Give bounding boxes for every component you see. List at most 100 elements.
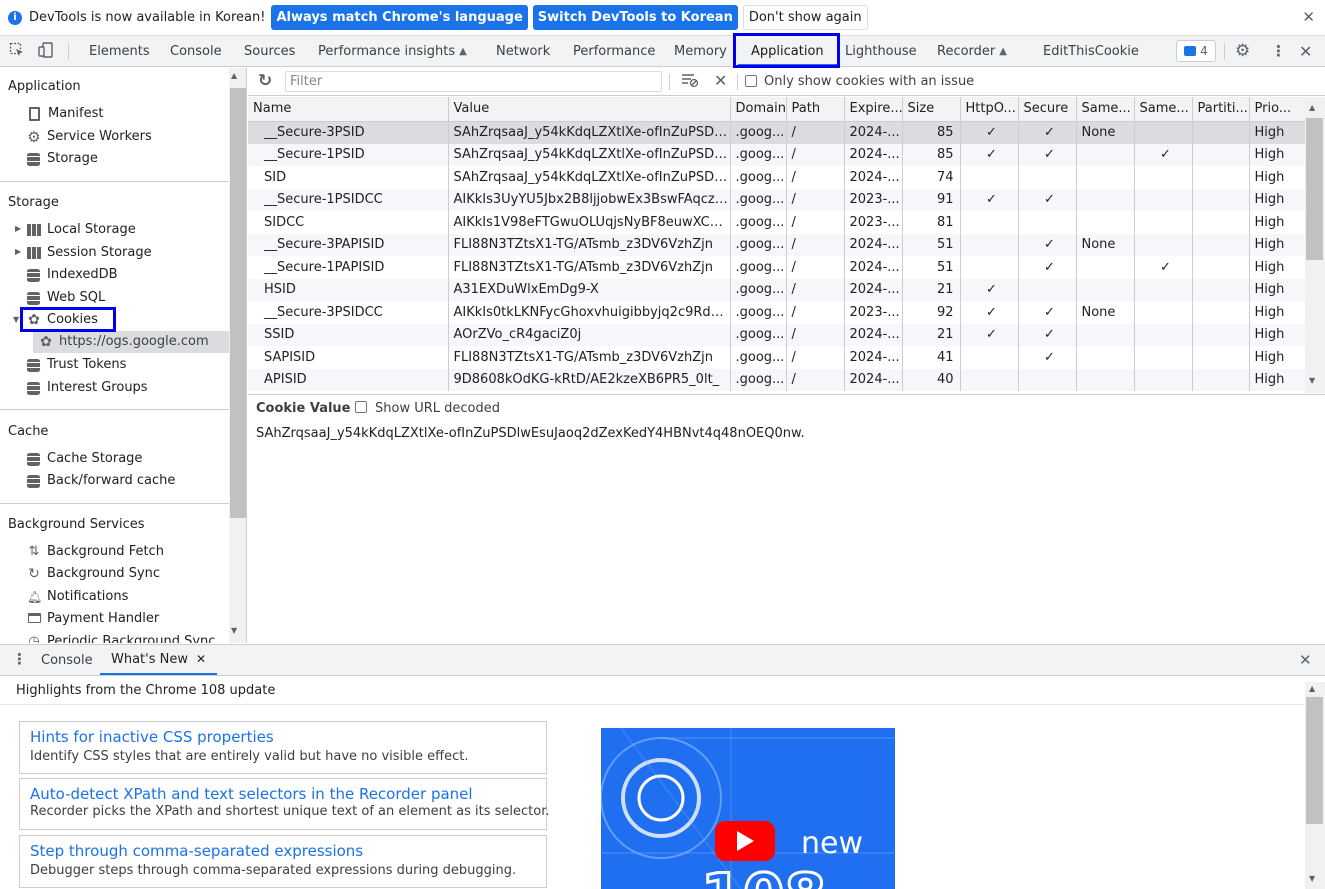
sidebar-item-manifest[interactable]: Manifest [27, 103, 103, 125]
column-header[interactable]: Size [902, 97, 961, 122]
chrome-108-video-thumbnail[interactable]: new 108 [601, 728, 895, 889]
feature-card[interactable]: Step through comma-separated expressions… [19, 835, 547, 888]
sidebar-item-periodic-background-sync[interactable]: ◷ Periodic Background Sync [27, 631, 215, 643]
match-language-button[interactable]: Always match Chrome's language [271, 5, 528, 30]
cookie-value-text[interactable]: SAhZrqsaaJ_y54kKdqLZXtlXe-ofInZuPSDlwEsu… [256, 426, 805, 441]
tab-recorder[interactable]: Recorder ▲ [937, 36, 1007, 66]
filter-input[interactable] [285, 71, 662, 92]
expand-arrow-icon[interactable]: ▶ [15, 247, 21, 256]
sidebar-item-cache-storage[interactable]: Cache Storage [27, 448, 142, 470]
sidebar-item-interest-groups[interactable]: Interest Groups [27, 377, 148, 399]
refresh-icon[interactable]: ↻ [258, 71, 272, 91]
table-cell: / [786, 166, 845, 189]
table-scrollbar-thumb[interactable] [1306, 118, 1323, 260]
table-row[interactable]: __Secure-3PAPISID FLI88N3TZtsX1-TG/ATsmb_… [248, 233, 1305, 256]
settings-gear-icon[interactable]: ⚙ [1235, 41, 1250, 61]
scroll-down-arrow-icon[interactable]: ▼ [231, 626, 237, 635]
tab-editthiscookie[interactable]: EditThisCookie [1043, 36, 1139, 66]
table-cell [1134, 211, 1193, 234]
tab-performance-insights[interactable]: Performance insights ▲ [318, 36, 467, 66]
sidebar-item-web-sql[interactable]: Web SQL [27, 287, 105, 309]
inspect-element-icon[interactable] [9, 42, 25, 62]
feature-card[interactable]: Hints for inactive CSS properties Identif… [19, 721, 547, 774]
sidebar-item-local-storage[interactable]: Local Storage [27, 219, 136, 241]
table-row[interactable]: __Secure-3PSID SAhZrqsaaJ_y54kKdqLZXtlXe-… [248, 121, 1305, 144]
dont-show-again-button[interactable]: Don't show again [742, 5, 868, 30]
sync-icon: ↻ [28, 566, 40, 582]
expand-arrow-icon[interactable]: ▶ [15, 224, 21, 233]
close-tab-icon[interactable]: ✕ [196, 652, 206, 673]
tab-lighthouse[interactable]: Lighthouse [845, 36, 917, 66]
column-header[interactable]: Same... [1076, 97, 1135, 122]
column-header[interactable]: HttpO... [960, 97, 1019, 122]
table-row[interactable]: __Secure-1PSID SAhZrqsaaJ_y54kKdqLZXtlXe-… [248, 143, 1305, 166]
sidebar-item-service-workers[interactable]: ⚙ Service Workers [27, 126, 151, 148]
sidebar-scrollbar-thumb[interactable] [230, 88, 246, 518]
issues-button[interactable]: 4 [1176, 40, 1216, 62]
collapse-arrow-icon[interactable]: ▼ [13, 315, 19, 324]
column-header[interactable]: Prio... [1249, 97, 1305, 122]
card-title-link[interactable]: Hints for inactive CSS properties [30, 728, 536, 746]
column-header[interactable]: Expire... [844, 97, 903, 122]
sidebar-item-background-sync[interactable]: ↻ Background Sync [27, 563, 160, 585]
column-header[interactable]: Value [448, 97, 731, 122]
tab-performance[interactable]: Performance [573, 36, 655, 66]
feature-card[interactable]: Auto-detect XPath and text selectors in … [19, 778, 550, 830]
show-url-decoded-checkbox[interactable] [355, 401, 367, 413]
sidebar-item-cookie-origin[interactable]: ✿ https://ogs.google.com [39, 331, 209, 353]
tab-memory[interactable]: Memory [674, 36, 727, 66]
column-header[interactable]: Path [786, 97, 845, 122]
table-cell: ✓ [1018, 188, 1077, 211]
sidebar-item-bfcache[interactable]: Back/forward cache [27, 470, 175, 492]
only-issues-checkbox[interactable] [745, 75, 757, 87]
table-row[interactable]: __Secure-3PSIDCC AIKkIs0tkLKNFycGhoxvhuig… [248, 301, 1305, 324]
device-toolbar-icon[interactable] [38, 42, 54, 62]
tab-elements[interactable]: Elements [89, 36, 150, 66]
drawer-tab-console[interactable]: Console [41, 653, 93, 668]
more-options-icon[interactable]: ⋮ [1271, 42, 1286, 60]
switch-korean-button[interactable]: Switch DevTools to Korean [532, 5, 738, 30]
scroll-down-arrow-icon[interactable]: ▼ [1309, 376, 1315, 385]
tab-network[interactable]: Network [496, 36, 550, 66]
drawer-menu-icon[interactable]: ⋮ [12, 650, 27, 668]
scroll-down-arrow-icon[interactable]: ▼ [1309, 874, 1315, 883]
sidebar-item-payment-handler[interactable]: Payment Handler [27, 608, 159, 630]
scroll-up-arrow-icon[interactable]: ▲ [231, 71, 237, 80]
sidebar-item-storage[interactable]: Storage [27, 148, 98, 170]
scroll-up-arrow-icon[interactable]: ▲ [1309, 684, 1315, 693]
sidebar-item-notifications[interactable]: 🔔︎ Notifications [27, 586, 128, 608]
column-header[interactable]: Same... [1134, 97, 1193, 122]
sidebar-item-background-fetch[interactable]: ⇅ Background Fetch [27, 541, 164, 563]
drawer-tab-whats-new[interactable]: What's New ✕ [100, 645, 218, 675]
sidebar-item-indexeddb[interactable]: IndexedDB [27, 264, 118, 286]
sidebar-item-session-storage[interactable]: Session Storage [27, 242, 152, 264]
table-row[interactable]: APISID 9D8608kOdKG-kRtD/AE2kzeXB6PR5_0lt_… [248, 368, 1305, 391]
clear-all-cookies-icon[interactable]: ✕ [714, 71, 727, 90]
table-row[interactable]: SSID AOrZVo_cR4gaciZ0j .goog.../2024-... 21… [248, 323, 1305, 346]
close-icon[interactable]: ✕ [1302, 8, 1315, 26]
table-row[interactable]: __Secure-1PSIDCC AIKkIs3UyYU5Jbx2B8ljjobw… [248, 188, 1305, 211]
column-header[interactable]: Secure [1018, 97, 1077, 122]
table-row[interactable]: __Secure-1PAPISID FLI88N3TZtsX1-TG/ATsmb_… [248, 256, 1305, 279]
tab-console[interactable]: Console [170, 36, 222, 66]
table-row[interactable]: HSID A31EXDuWlxEmDg9-X .goog.../2024-... 21… [248, 278, 1305, 301]
sidebar-item-trust-tokens[interactable]: Trust Tokens [27, 354, 126, 376]
column-header[interactable]: Name [248, 97, 449, 122]
tab-sources[interactable]: Sources [244, 36, 295, 66]
column-header[interactable]: Domain [730, 97, 787, 122]
scroll-up-arrow-icon[interactable]: ▲ [1309, 103, 1315, 112]
table-row[interactable]: SAPISID FLI88N3TZtsX1-TG/ATsmb_z3DV6VzhZj… [248, 346, 1305, 369]
card-title-link[interactable]: Auto-detect XPath and text selectors in … [30, 785, 536, 803]
card-icon [27, 612, 41, 626]
close-devtools-icon[interactable]: ✕ [1299, 42, 1312, 61]
table-cell: ✓ [1018, 233, 1077, 256]
card-title-link[interactable]: Step through comma-separated expressions [30, 842, 536, 860]
table-row[interactable]: SIDCC AIKkIs1V98eFTGwuOLUqjsNyBF8euwXCSG4… [248, 211, 1305, 234]
close-drawer-icon[interactable]: ✕ [1299, 651, 1312, 669]
clear-filtered-cookies-icon[interactable] [681, 72, 699, 92]
column-header[interactable]: Partiti... [1192, 97, 1250, 122]
drawer-scrollbar-thumb[interactable] [1306, 697, 1323, 824]
table-cell [1076, 188, 1135, 211]
table-cell: 51 [902, 256, 961, 279]
table-row[interactable]: SID SAhZrqsaaJ_y54kKdqLZXtlXe-ofInZuPSDlw… [248, 166, 1305, 189]
